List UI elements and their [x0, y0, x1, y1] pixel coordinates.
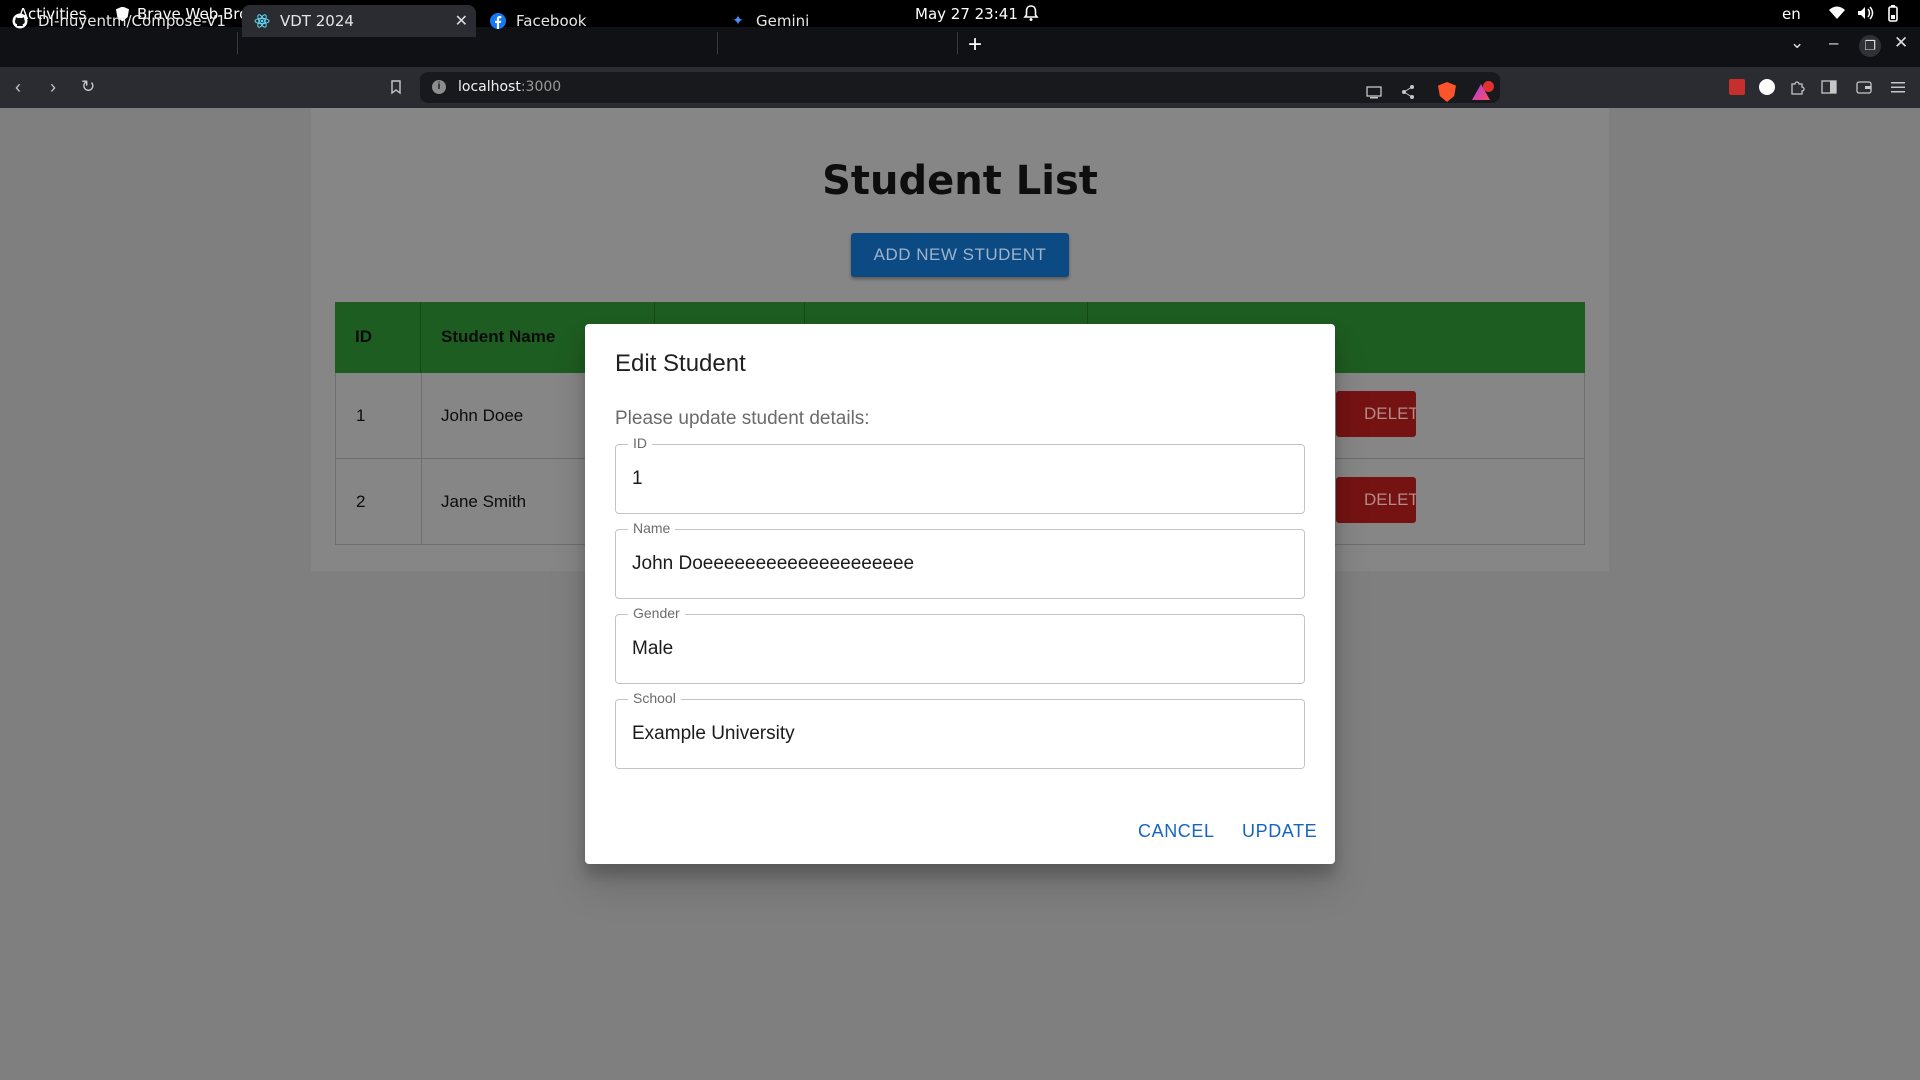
tab-label: Gemini [756, 12, 810, 30]
react-icon [254, 13, 270, 29]
site-info-icon[interactable]: i [432, 80, 446, 94]
edit-student-dialog: Edit Student Please update student detai… [585, 324, 1335, 864]
column-header-id: ID [355, 327, 372, 346]
tab-label: VDT 2024 [280, 12, 354, 30]
extensions-puzzle-icon[interactable] [1789, 79, 1805, 95]
cell-divider [421, 459, 422, 544]
cast-icon[interactable] [1366, 84, 1382, 100]
gender-field-label: Gender [628, 605, 685, 621]
menu-icon[interactable] [1890, 79, 1906, 95]
brave-shields-icon[interactable] [1438, 82, 1456, 102]
notification-bell-icon[interactable] [1022, 4, 1040, 22]
dark-mode-icon[interactable] [1759, 79, 1775, 95]
github-icon [12, 13, 28, 29]
tab-separator [237, 32, 238, 54]
id-field-label: ID [628, 435, 652, 451]
tab-label: Facebook [516, 12, 587, 30]
delete-button[interactable]: DELETE [1336, 477, 1416, 523]
row-student-name: John Doee [441, 406, 524, 425]
new-tab-button[interactable]: + [968, 31, 982, 59]
gender-field[interactable]: Gender [615, 605, 1305, 684]
delete-button-label: DELETE [1364, 490, 1416, 509]
tab-separator [957, 32, 958, 54]
close-tab-icon[interactable]: ✕ [455, 11, 468, 30]
wallet-icon[interactable] [1856, 79, 1872, 95]
facebook-icon [490, 13, 506, 29]
dialog-subtitle: Please update student details: [615, 408, 870, 429]
delete-button[interactable]: DELETE [1336, 391, 1416, 437]
rewards-badge [1483, 81, 1494, 92]
column-header-student-name: Student Name [441, 327, 556, 346]
url-text[interactable]: localhost:3000 [458, 79, 561, 95]
address-bar[interactable]: i localhost:3000 [420, 72, 1500, 103]
navigation-bar: ‹ › ↻ i localhost:3000 [0, 67, 1920, 108]
name-field-label: Name [628, 520, 676, 536]
update-button[interactable]: UPDATE [1242, 821, 1317, 842]
forward-arrow-icon[interactable]: › [50, 77, 56, 98]
minimize-icon[interactable]: – [1829, 33, 1838, 53]
add-new-student-button[interactable]: ADD NEW STUDENT [851, 233, 1069, 277]
extension-icon[interactable] [1729, 79, 1745, 95]
share-icon[interactable] [1400, 84, 1416, 100]
gemini-icon: ✦ [732, 13, 744, 29]
sidebar-toggle-icon[interactable] [1821, 79, 1837, 95]
tab-gemini[interactable]: ✦ Gemini [718, 5, 954, 37]
name-field[interactable]: Name [615, 520, 1305, 599]
bookmark-icon[interactable] [388, 79, 404, 95]
id-field[interactable]: ID [615, 435, 1305, 514]
tab-vdt-2024[interactable]: VDT 2024 ✕ [242, 5, 476, 37]
row-id: 2 [356, 492, 366, 511]
tab-label: DI-huyentm/Compose-V1 [38, 12, 226, 30]
name-input[interactable] [632, 550, 1282, 578]
gender-input[interactable] [632, 635, 1282, 663]
row-id: 1 [356, 406, 366, 425]
dialog-title: Edit Student [615, 350, 746, 377]
page-title: Student List [822, 158, 1098, 204]
system-tray[interactable] [1828, 4, 1902, 22]
delete-button-label: DELETE [1364, 404, 1416, 423]
restore-window-icon[interactable]: ❐ [1859, 35, 1881, 57]
close-window-icon[interactable]: ✕ [1894, 33, 1908, 53]
tab-github[interactable]: DI-huyentm/Compose-V1 [0, 5, 238, 37]
volume-icon [1856, 4, 1874, 22]
tab-list-chevron-icon[interactable]: ⌄ [1790, 33, 1804, 53]
school-field[interactable]: School [615, 690, 1305, 769]
cell-divider [421, 373, 422, 458]
header-divider [420, 302, 421, 373]
school-field-label: School [628, 690, 681, 706]
school-input[interactable] [632, 720, 1282, 748]
tab-facebook[interactable]: Facebook [478, 5, 714, 37]
row-student-name: Jane Smith [441, 492, 527, 511]
wifi-icon [1828, 4, 1846, 22]
cancel-button[interactable]: CANCEL [1138, 821, 1215, 842]
back-arrow-icon[interactable]: ‹ [15, 77, 21, 98]
battery-icon [1884, 4, 1902, 22]
reload-icon[interactable]: ↻ [81, 77, 95, 97]
keyboard-language[interactable]: en [1782, 5, 1801, 23]
id-input[interactable] [632, 465, 1282, 493]
